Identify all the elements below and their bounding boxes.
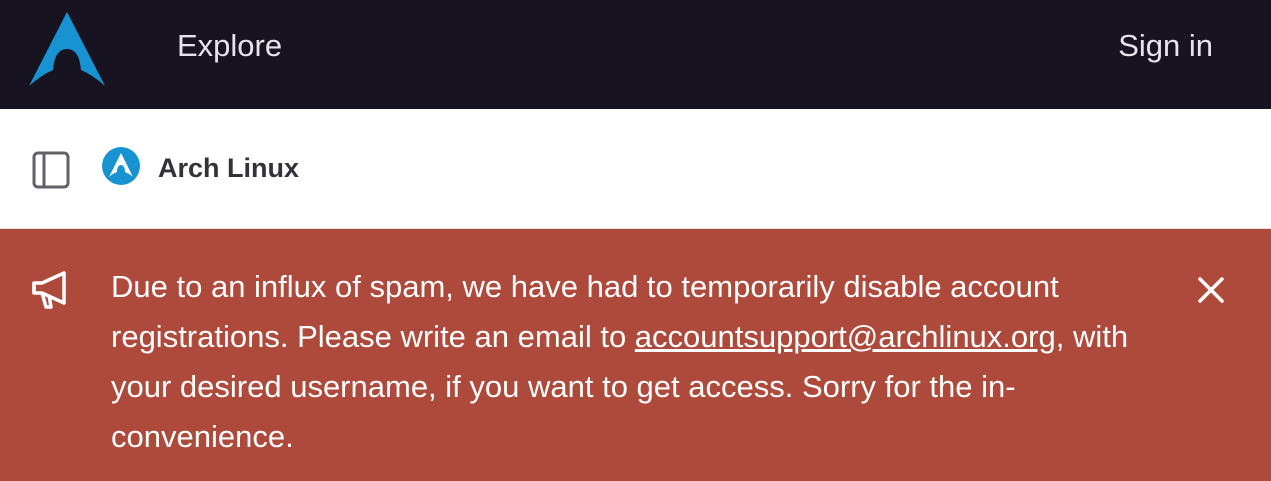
sidebar-toggle-icon[interactable] — [32, 151, 70, 189]
arch-linux-avatar-icon — [101, 146, 141, 186]
megaphone-icon — [30, 268, 74, 312]
support-email-link[interactable]: accountsupport@archlinux.org — [635, 319, 1056, 354]
arch-linux-logo-icon[interactable] — [28, 10, 106, 88]
explore-link[interactable]: Explore — [177, 28, 282, 64]
top-navigation-bar: Explore Sign in — [0, 0, 1271, 109]
sign-in-link[interactable]: Sign in — [1118, 28, 1213, 64]
close-icon[interactable] — [1190, 269, 1232, 311]
group-name[interactable]: Arch Linux — [158, 153, 299, 184]
announcement-message: Due to an influx of spam, we have had to… — [111, 262, 1151, 462]
